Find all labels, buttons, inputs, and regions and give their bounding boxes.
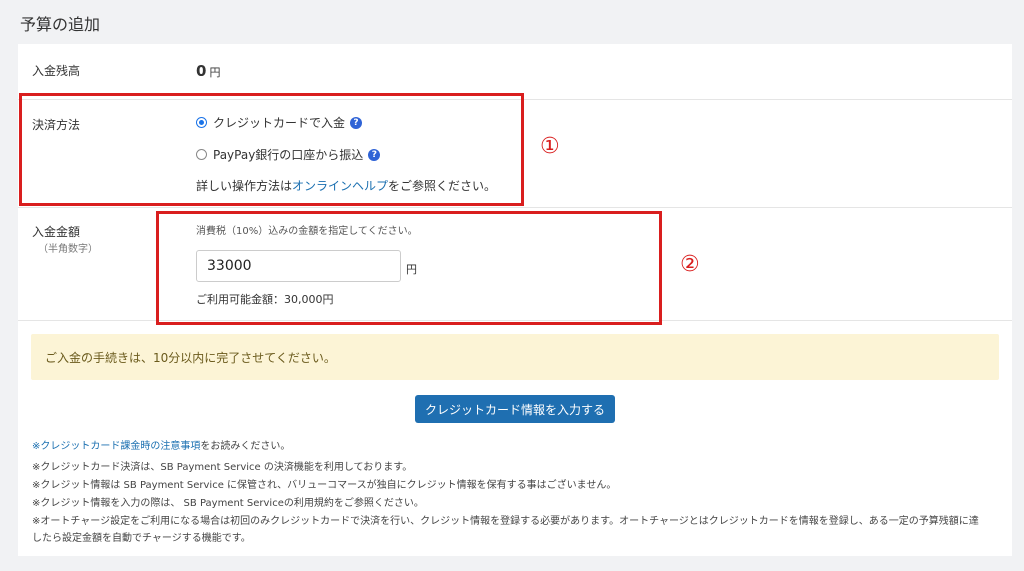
note-4: ※クレジット情報を入力の際は、 SB Payment Serviceの利用規約を…: [32, 498, 424, 509]
note-5a: ※オートチャージ設定をご利用になる場合は初回のみクレジットカードで決済を行い、ク…: [32, 516, 979, 527]
annotation-marker-2: ②: [680, 252, 700, 277]
balance-amount: 0: [196, 62, 207, 80]
divider: [18, 207, 1012, 208]
time-limit-notice: ご入金の手続きは、10分以内に完了させてください。: [31, 334, 999, 380]
note-5b: したら設定金額を自動でチャージする機能です。: [32, 533, 251, 544]
balance-label: 入金残高: [32, 64, 81, 78]
annotation-box-2: [156, 211, 662, 325]
page-title: 予算の追加: [20, 15, 101, 34]
note-1-suffix: をお読みください。: [200, 441, 291, 452]
note-3: ※クレジット情報は SB Payment Service に保管され、バリューコ…: [32, 480, 617, 491]
note-1: ※クレジットカード課金時の注意事項をお読みください。: [32, 437, 290, 452]
amount-sublabel: （半角数字）: [38, 244, 98, 255]
annotation-marker-1: ①: [540, 134, 560, 159]
credit-card-notes-link[interactable]: ※クレジットカード課金時の注意事項: [32, 441, 200, 452]
annotation-box-1: [19, 93, 524, 206]
enter-credit-card-button[interactable]: クレジットカード情報を入力する: [415, 395, 615, 423]
note-2: ※クレジットカード決済は、SB Payment Service の決済機能を利用…: [32, 462, 413, 473]
amount-label: 入金金額: [32, 225, 81, 239]
balance-value: 0円: [196, 61, 220, 80]
balance-unit: 円: [209, 66, 221, 79]
